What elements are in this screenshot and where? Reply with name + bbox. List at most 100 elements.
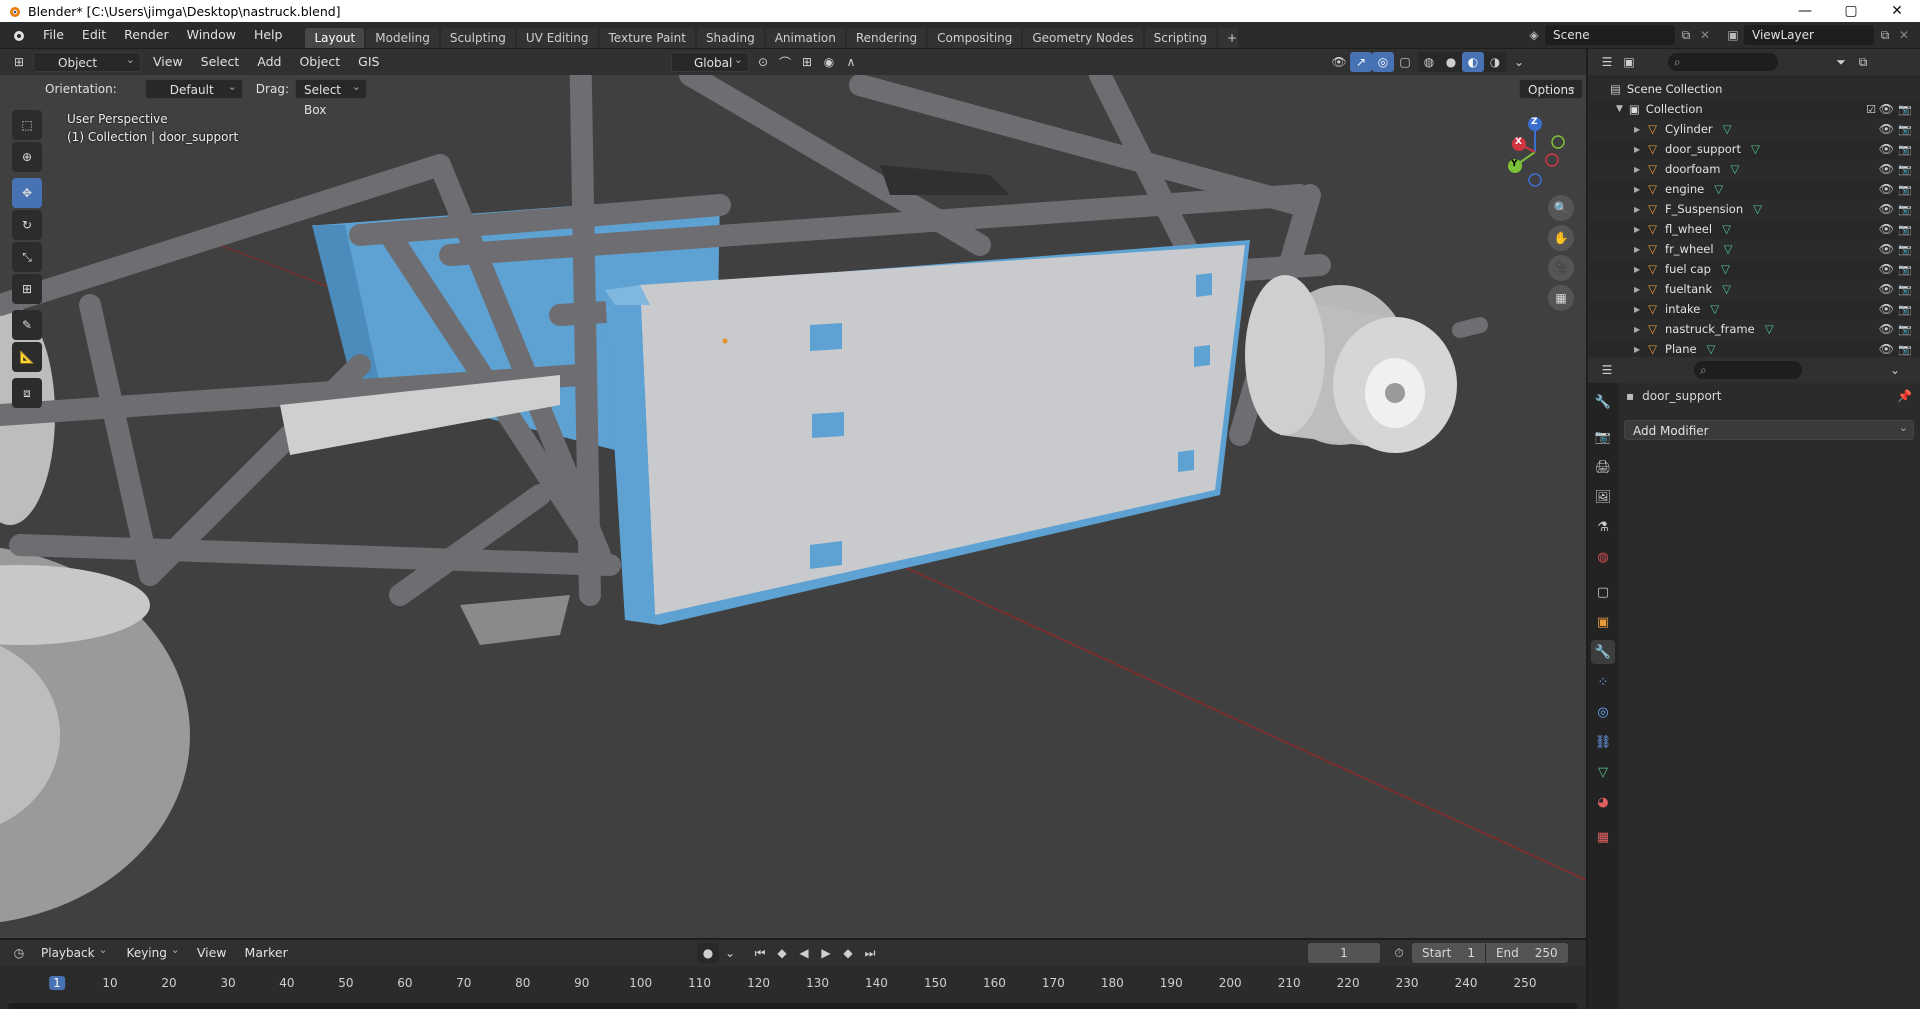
render-tab-icon[interactable]: 📷 (1591, 425, 1615, 449)
expand-arrow-icon[interactable]: ▶ (1634, 185, 1640, 194)
render-camera-icon[interactable]: 📷 (1898, 203, 1912, 216)
solid-shading-icon[interactable]: ● (1440, 52, 1462, 72)
scene-tab-icon[interactable]: ⚗ (1591, 515, 1615, 539)
tool-tab-icon[interactable]: 🔧 (1591, 390, 1615, 414)
menu-view[interactable]: View (144, 49, 192, 75)
mesh-data-icon[interactable]: ▽ (1724, 242, 1733, 256)
mesh-data-icon[interactable]: ▽ (1730, 162, 1739, 176)
options-dropdown[interactable]: Options (1519, 77, 1583, 99)
eye-icon[interactable]: 👁 (1879, 122, 1894, 136)
close-scene-icon[interactable]: ✕ (1697, 28, 1713, 42)
expand-arrow-icon[interactable]: ▶ (1634, 325, 1640, 334)
tab-shading[interactable]: Shading (696, 28, 764, 48)
menu-file[interactable]: File (34, 22, 73, 48)
render-camera-icon[interactable]: 📷 (1898, 263, 1912, 276)
physics-tab-icon[interactable]: ◎ (1591, 700, 1615, 724)
eye-icon[interactable]: 👁 (1879, 302, 1894, 316)
tab-scripting[interactable]: Scripting (1144, 28, 1216, 48)
eye-icon[interactable]: 👁 (1879, 182, 1894, 196)
camera-view-icon[interactable]: 🎥 (1548, 255, 1574, 281)
mode-selector[interactable]: Object Mode (33, 50, 141, 90)
falloff-icon[interactable]: ∧ (840, 52, 862, 72)
mesh-data-icon[interactable]: ▽ (1751, 142, 1760, 156)
rendered-shading-icon[interactable]: ◑ (1484, 52, 1506, 72)
add-workspace-button[interactable]: + (1217, 28, 1238, 48)
world-tab-icon[interactable]: ◍ (1591, 545, 1615, 569)
outliner-object-row[interactable]: ▶ ▽ fr_wheel ▽ 👁 📷 (1588, 239, 1920, 259)
menu-gis[interactable]: GIS (349, 49, 388, 75)
mesh-data-icon[interactable]: ▽ (1723, 122, 1732, 136)
snap-target-icon[interactable]: ⊞ (796, 52, 818, 72)
orientation-selector[interactable]: Default (144, 77, 243, 99)
expand-arrow-icon[interactable]: ▶ (1634, 245, 1640, 254)
render-camera-icon[interactable]: 📷 (1898, 303, 1912, 316)
menu-edit[interactable]: Edit (73, 22, 115, 48)
tab-animation[interactable]: Animation (765, 28, 845, 48)
timeline-scrollbar[interactable] (8, 1003, 1578, 1009)
outliner-object-row[interactable]: ▶ ▽ Plane ▽ 👁 📷 (1588, 339, 1920, 359)
new-view-layer-icon[interactable]: ⧉ (1874, 28, 1896, 43)
menu-add[interactable]: Add (248, 49, 290, 75)
eye-icon[interactable]: 👁 (1879, 162, 1894, 176)
new-scene-icon[interactable]: ⧉ (1675, 28, 1697, 43)
menu-object[interactable]: Object (290, 49, 349, 75)
pivot-point-icon[interactable]: ⊙ (752, 52, 774, 72)
material-tab-icon[interactable]: ◕ (1591, 790, 1615, 814)
expand-arrow-icon[interactable]: ▶ (1634, 305, 1640, 314)
render-camera-icon[interactable]: 📷 (1898, 123, 1912, 136)
eye-icon[interactable]: 👁 (1879, 282, 1894, 296)
select-box-tool-icon[interactable]: ⬚ (12, 110, 42, 140)
expand-arrow-icon[interactable]: ▶ (1634, 265, 1640, 274)
scene-selector[interactable]: Scene (1545, 25, 1675, 45)
outliner-object-row[interactable]: ▶ ▽ door_support ▽ 👁 📷 (1588, 139, 1920, 159)
tab-uv-editing[interactable]: UV Editing (516, 28, 598, 48)
eye-icon[interactable]: 👁 (1879, 222, 1894, 236)
maximize-button[interactable]: ▢ (1828, 0, 1874, 22)
eye-icon[interactable]: 👁 (1879, 262, 1894, 276)
expand-arrow-icon[interactable]: ▶ (1634, 165, 1640, 174)
outliner-object-row[interactable]: ▶ ▽ nastruck_frame ▽ 👁 📷 (1588, 319, 1920, 339)
render-camera-icon[interactable]: 📷 (1898, 103, 1912, 116)
cursor-tool-icon[interactable]: ⊕ (12, 142, 42, 172)
render-camera-icon[interactable]: 📷 (1898, 183, 1912, 196)
checkbox-icon[interactable]: ☑ (1866, 103, 1876, 116)
scale-tool-icon[interactable]: ⤡ (12, 242, 42, 272)
eye-icon[interactable]: 👁 (1879, 342, 1894, 356)
render-camera-icon[interactable]: 📷 (1898, 323, 1912, 336)
menu-window[interactable]: Window (178, 22, 245, 48)
data-tab-icon[interactable]: ▽ (1591, 760, 1615, 784)
3d-viewport[interactable]: Orientation: Default Drag: Select Box Op… (0, 75, 1586, 938)
proportional-edit-icon[interactable]: ◉ (818, 52, 840, 72)
eye-icon[interactable]: 👁 (1879, 242, 1894, 256)
gizmo-toggle-icon[interactable]: ↗ (1350, 52, 1372, 72)
output-tab-icon[interactable]: 🖨 (1591, 455, 1615, 479)
minimize-button[interactable]: — (1782, 0, 1828, 22)
close-button[interactable]: ✕ (1874, 0, 1920, 22)
expand-arrow-icon[interactable]: ▶ (1634, 285, 1640, 294)
navigation-gizmo[interactable]: Z Y X (1495, 110, 1575, 190)
outliner-search-input[interactable]: ⌕ (1668, 53, 1778, 71)
tab-layout[interactable]: Layout (305, 28, 365, 48)
particles-tab-icon[interactable]: ⁘ (1591, 670, 1615, 694)
annotate-tool-icon[interactable]: ✎ (12, 310, 42, 340)
mesh-data-icon[interactable]: ▽ (1722, 222, 1731, 236)
constraints-tab-icon[interactable]: ⛓ (1591, 730, 1615, 754)
xray-toggle-icon[interactable]: ▢ (1394, 52, 1416, 72)
add-cube-tool-icon[interactable]: ⧈ (12, 378, 42, 408)
scene-collection-row[interactable]: ▤ Scene Collection (1588, 79, 1920, 99)
rotate-tool-icon[interactable]: ↻ (12, 210, 42, 240)
snap-icon[interactable]: ⌒ (774, 52, 796, 72)
editor-type-icon[interactable]: ⊞ (8, 52, 30, 72)
view-layer-selector[interactable]: ViewLayer (1744, 25, 1874, 45)
mesh-data-icon[interactable]: ▽ (1714, 182, 1723, 196)
expand-arrow-icon[interactable]: ▶ (1634, 345, 1640, 354)
render-camera-icon[interactable]: 📷 (1898, 223, 1912, 236)
menu-render[interactable]: Render (115, 22, 178, 48)
tab-compositing[interactable]: Compositing (928, 28, 1022, 48)
render-camera-icon[interactable]: 📷 (1898, 343, 1912, 356)
render-camera-icon[interactable]: 📷 (1898, 283, 1912, 296)
collection-tab-icon[interactable]: ▢ (1591, 580, 1615, 604)
menu-help[interactable]: Help (245, 22, 292, 48)
drag-selector[interactable]: Select Box (294, 77, 367, 117)
eye-icon[interactable]: 👁 (1879, 142, 1894, 156)
